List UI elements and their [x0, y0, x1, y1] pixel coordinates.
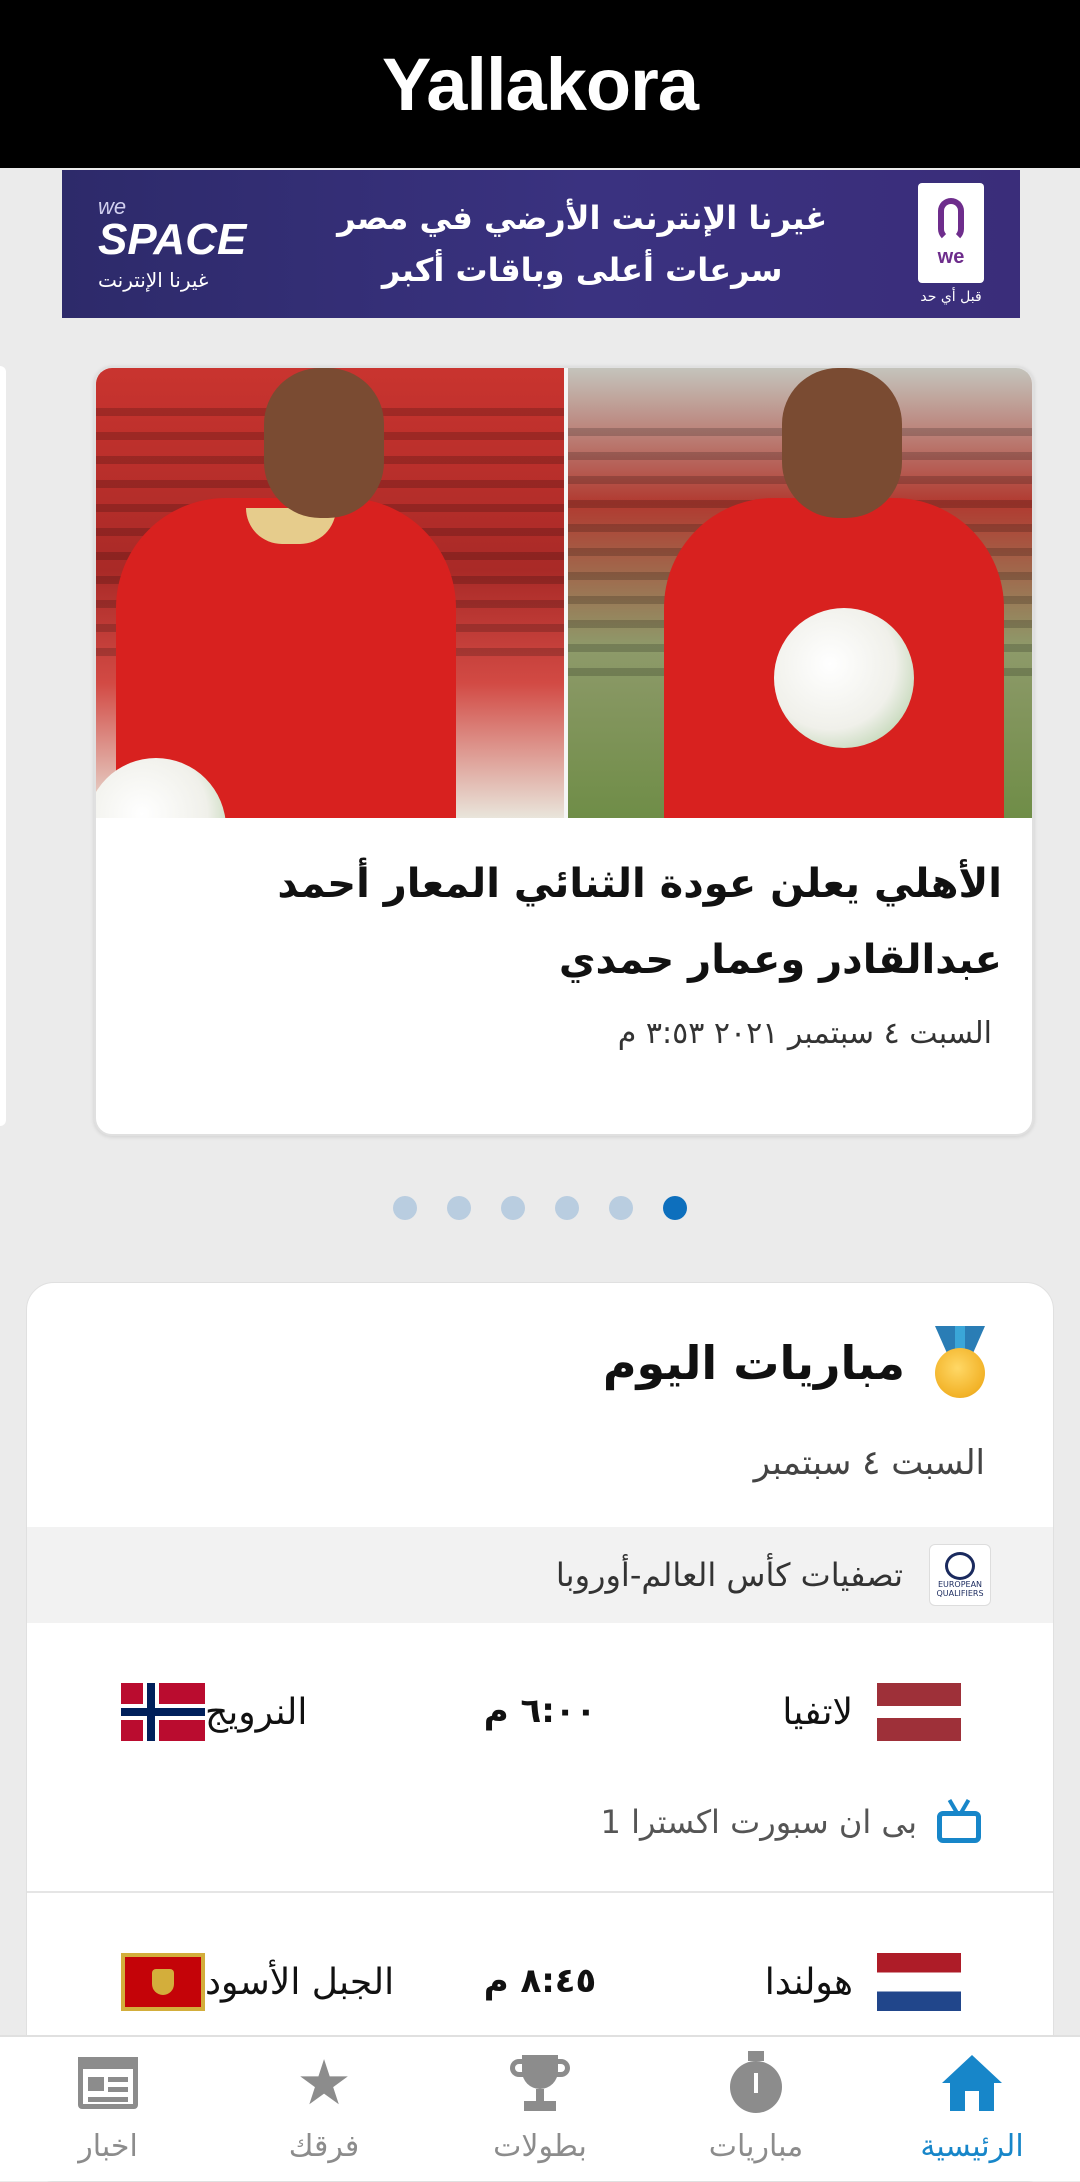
banner-brand-sub: غيرنا الإنترنت	[98, 268, 209, 292]
nav-news-label: اخبار	[78, 2129, 138, 2164]
home-team-name: هولندا	[764, 1961, 853, 2003]
star-icon: ★	[296, 2046, 352, 2119]
home-team: لاتفيا	[782, 1683, 961, 1741]
carousel-dot[interactable]	[447, 1196, 471, 1220]
broadcast-channel: بى ان سبورت اكسترا 1	[600, 1798, 983, 1845]
away-team: الجبل الأسود	[121, 1953, 418, 2011]
banner-line-2: سرعات أعلى وباقات أكبر	[381, 251, 783, 289]
featured-news-date: السبت ٤ سبتمبر ٢٠٢١ ٣:٥٣ م	[617, 1016, 992, 1051]
carousel-dot[interactable]	[609, 1196, 633, 1220]
matches-header: مباريات اليوم	[27, 1283, 1053, 1443]
ad-banner[interactable]: we SPACE غيرنا الإنترنت غيرنا الإنترنت ا…	[62, 170, 1020, 318]
nav-tournaments-label: بطولات	[493, 2129, 587, 2164]
banner-text: غيرنا الإنترنت الأرضي في مصر سرعات أعلى …	[246, 192, 918, 296]
nav-matches[interactable]: مباريات	[648, 2037, 864, 2181]
top-header: Yallakora	[0, 0, 1080, 168]
away-team-name: الجبل الأسود	[205, 1961, 395, 2003]
previous-card-peek[interactable]	[0, 366, 6, 1126]
european-qualifiers-logo-icon: EUROPEAN QUALIFIERS	[929, 1544, 991, 1606]
latvia-flag-icon	[877, 1683, 961, 1741]
league-name: تصفيات كأس العالم-أوروبا	[555, 1556, 903, 1594]
match-time: ٨:٤٥ م	[483, 1961, 597, 2001]
nav-my-teams-label: فرقك	[288, 2129, 360, 2164]
netherlands-flag-icon	[877, 1953, 961, 2011]
banner-line-1: غيرنا الإنترنت الأرضي في مصر	[337, 199, 828, 237]
nav-news[interactable]: اخبار	[0, 2037, 216, 2181]
away-team: النرويج	[121, 1683, 331, 1741]
stopwatch-icon	[724, 2051, 788, 2115]
operator-tagline: قبل أي حد	[920, 289, 982, 305]
tv-icon	[935, 1798, 983, 1845]
nav-matches-label: مباريات	[708, 2129, 804, 2164]
featured-news-image	[96, 368, 1032, 818]
bottom-navigation: الرئيسية مباريات بطولات ★ فرقك اخبار	[0, 2035, 1080, 2181]
channel-name: بى ان سبورت اكسترا 1	[600, 1803, 917, 1841]
montenegro-flag-icon	[121, 1953, 205, 2011]
league-header[interactable]: EUROPEAN QUALIFIERS تصفيات كأس العالم-أو…	[27, 1527, 1053, 1623]
banner-brand: SPACE	[98, 215, 247, 264]
home-team: هولندا	[765, 1953, 961, 2011]
banner-brand-block: we SPACE غيرنا الإنترنت	[98, 196, 247, 293]
carousel-dot-active[interactable]	[663, 1196, 687, 1220]
matches-title: مباريات اليوم	[602, 1336, 905, 1390]
carousel-dot[interactable]	[501, 1196, 525, 1220]
app-logo[interactable]: Yallakora	[382, 42, 699, 127]
carousel-pagination	[0, 1196, 1080, 1220]
medal-icon	[927, 1326, 993, 1400]
home-icon	[940, 2051, 1004, 2115]
carousel-dot[interactable]	[555, 1196, 579, 1220]
nav-tournaments[interactable]: بطولات	[432, 2037, 648, 2181]
operator-name: we	[937, 245, 965, 268]
nav-home-label: الرئيسية	[920, 2129, 1024, 2164]
featured-news-card[interactable]: الأهلي يعلن عودة الثنائي المعار أحمد عبد…	[94, 366, 1034, 1136]
match-time: ٦:٠٠ م	[483, 1691, 597, 1731]
matches-date: السبت ٤ سبتمبر	[753, 1443, 985, 1483]
carousel-dot[interactable]	[393, 1196, 417, 1220]
operator-logo-block: we قبل أي حد	[918, 183, 984, 305]
news-icon	[76, 2051, 140, 2115]
home-team-name: لاتفيا	[782, 1691, 853, 1733]
nav-my-teams[interactable]: ★ فرقك	[216, 2037, 432, 2181]
trophy-icon	[508, 2051, 572, 2115]
away-team-name: النرويج	[205, 1691, 308, 1733]
we-logo-icon: we	[918, 183, 984, 283]
match-row[interactable]: لاتفيا ٦:٠٠ م النرويج بى ان سبورت اكسترا…	[27, 1623, 1053, 1893]
nav-home[interactable]: الرئيسية	[864, 2037, 1080, 2181]
featured-news-title[interactable]: الأهلي يعلن عودة الثنائي المعار أحمد عبد…	[96, 818, 1032, 998]
norway-flag-icon	[121, 1683, 205, 1741]
